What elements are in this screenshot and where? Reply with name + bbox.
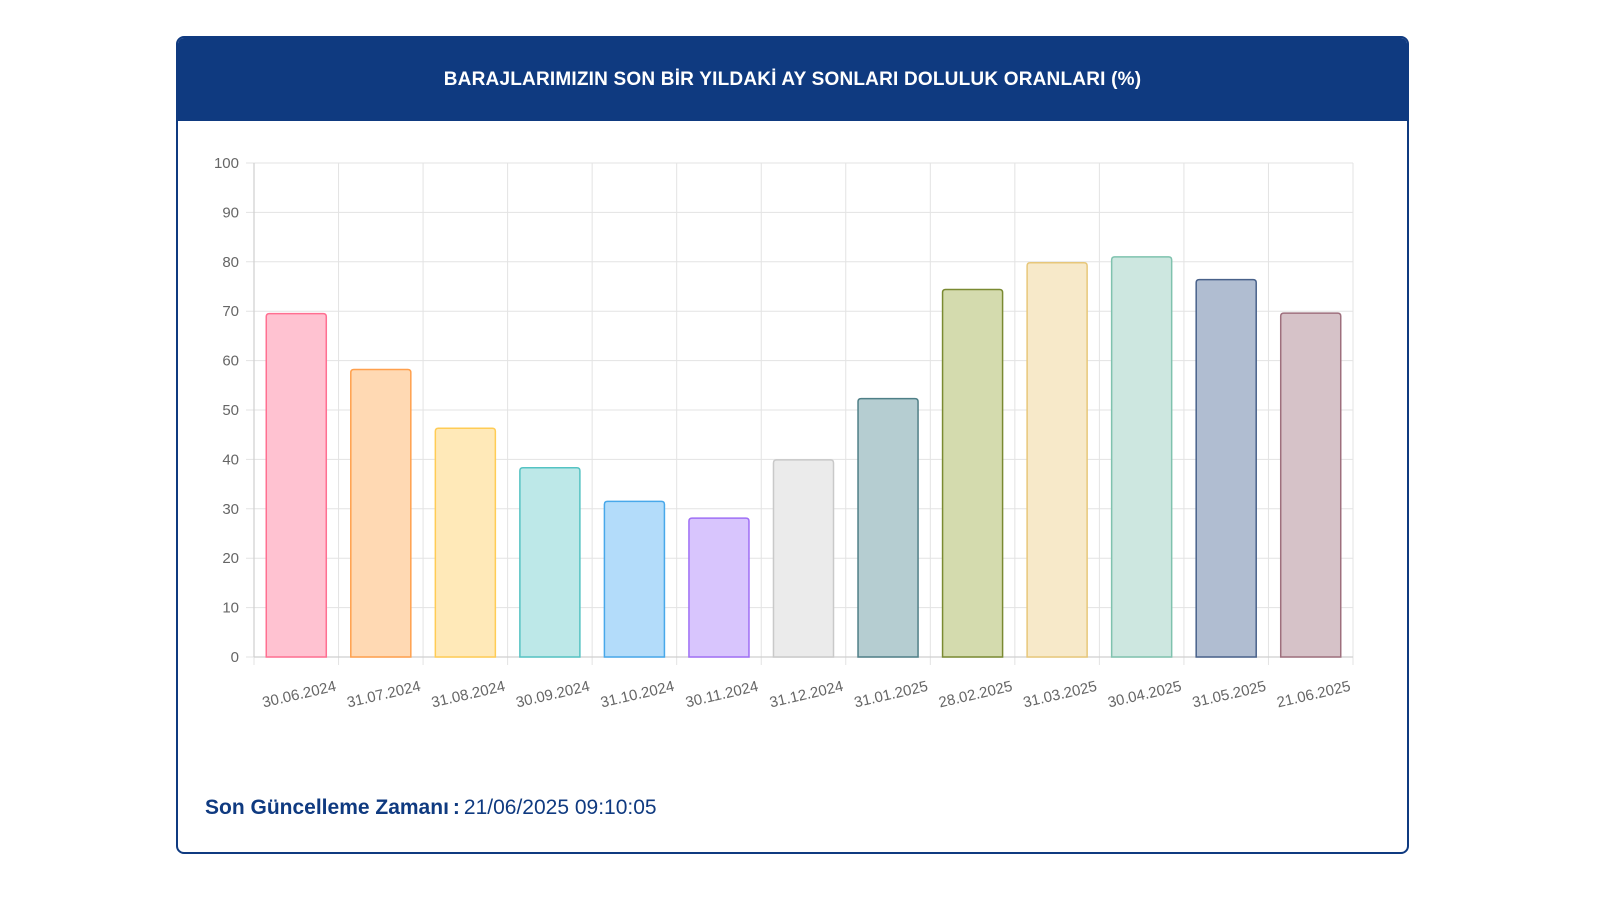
bar-21.06.2025[interactable]: [1279, 312, 1342, 658]
bar-30.04.2025[interactable]: [1110, 256, 1173, 658]
bars-layer: [265, 256, 1342, 658]
x-tick-label: 30.06.2024: [261, 678, 338, 711]
y-tick-label: 20: [222, 550, 239, 567]
x-tick-label: 30.09.2024: [514, 678, 591, 711]
bar-31.10.2024[interactable]: [603, 500, 666, 658]
bar-30.09.2024[interactable]: [519, 467, 581, 658]
x-tick-label: 28.02.2025: [937, 678, 1014, 711]
bar-31.01.2025[interactable]: [857, 397, 919, 658]
bar-31.03.2025[interactable]: [1026, 262, 1088, 658]
x-tick-label: 31.05.2025: [1191, 678, 1268, 711]
last-update-value: 21/06/2025 09:10:05: [463, 796, 657, 819]
y-tick-label: 80: [222, 254, 239, 271]
bar-31.05.2025[interactable]: [1195, 278, 1257, 658]
y-tick-label: 10: [222, 600, 239, 617]
y-tick-labels: 0 10 20 30 40 50 60 70 80 90 100: [214, 155, 239, 666]
y-tick-label: 70: [222, 303, 239, 320]
y-tick-label: 90: [222, 204, 239, 221]
bar-31.07.2024[interactable]: [350, 368, 412, 658]
bar-28.02.2025[interactable]: [941, 288, 1004, 658]
last-update-label: Son Güncelleme Zamanı: [205, 796, 449, 819]
x-tick-labels: 30.06.2024 31.07.2024 31.08.2024 30.09.2024…: [261, 678, 1352, 711]
x-tick-label: 31.03.2025: [1022, 678, 1099, 711]
y-tick-label: 0: [231, 649, 239, 666]
x-tick-label: 31.01.2025: [853, 678, 930, 711]
x-tick-label: 30.04.2025: [1106, 678, 1183, 711]
y-tick-label: 100: [214, 155, 239, 172]
bar-30.06.2024[interactable]: [265, 312, 328, 658]
bar-31.12.2024[interactable]: [772, 459, 835, 658]
x-tick-label: 21.06.2025: [1275, 678, 1352, 711]
last-update: Son Güncelleme Zamanı:21/06/2025 09:10:0…: [205, 796, 657, 820]
x-tick-label: 31.07.2024: [345, 678, 422, 711]
x-tick-label: 30.11.2024: [684, 678, 760, 711]
y-tick-label: 60: [222, 353, 239, 370]
bar-chart: 0 10 20 30 40 50 60 70 80 90 100 30.06.2024 31.07.2…: [214, 155, 1354, 711]
y-tick-label: 40: [222, 451, 239, 468]
bar-31.08.2024[interactable]: [434, 427, 497, 658]
y-tick-label: 30: [222, 501, 239, 518]
bar-30.11.2024[interactable]: [688, 517, 750, 658]
x-tick-label: 31.12.2024: [768, 678, 845, 711]
x-tick-label: 31.08.2024: [430, 678, 507, 711]
x-tick-label: 31.10.2024: [599, 678, 676, 711]
chart-card: BARAJLARIMIZIN SON BİR YILDAKİ AY SONLAR…: [176, 36, 1409, 854]
y-tick-label: 50: [222, 402, 239, 419]
last-update-separator: :: [452, 796, 460, 819]
